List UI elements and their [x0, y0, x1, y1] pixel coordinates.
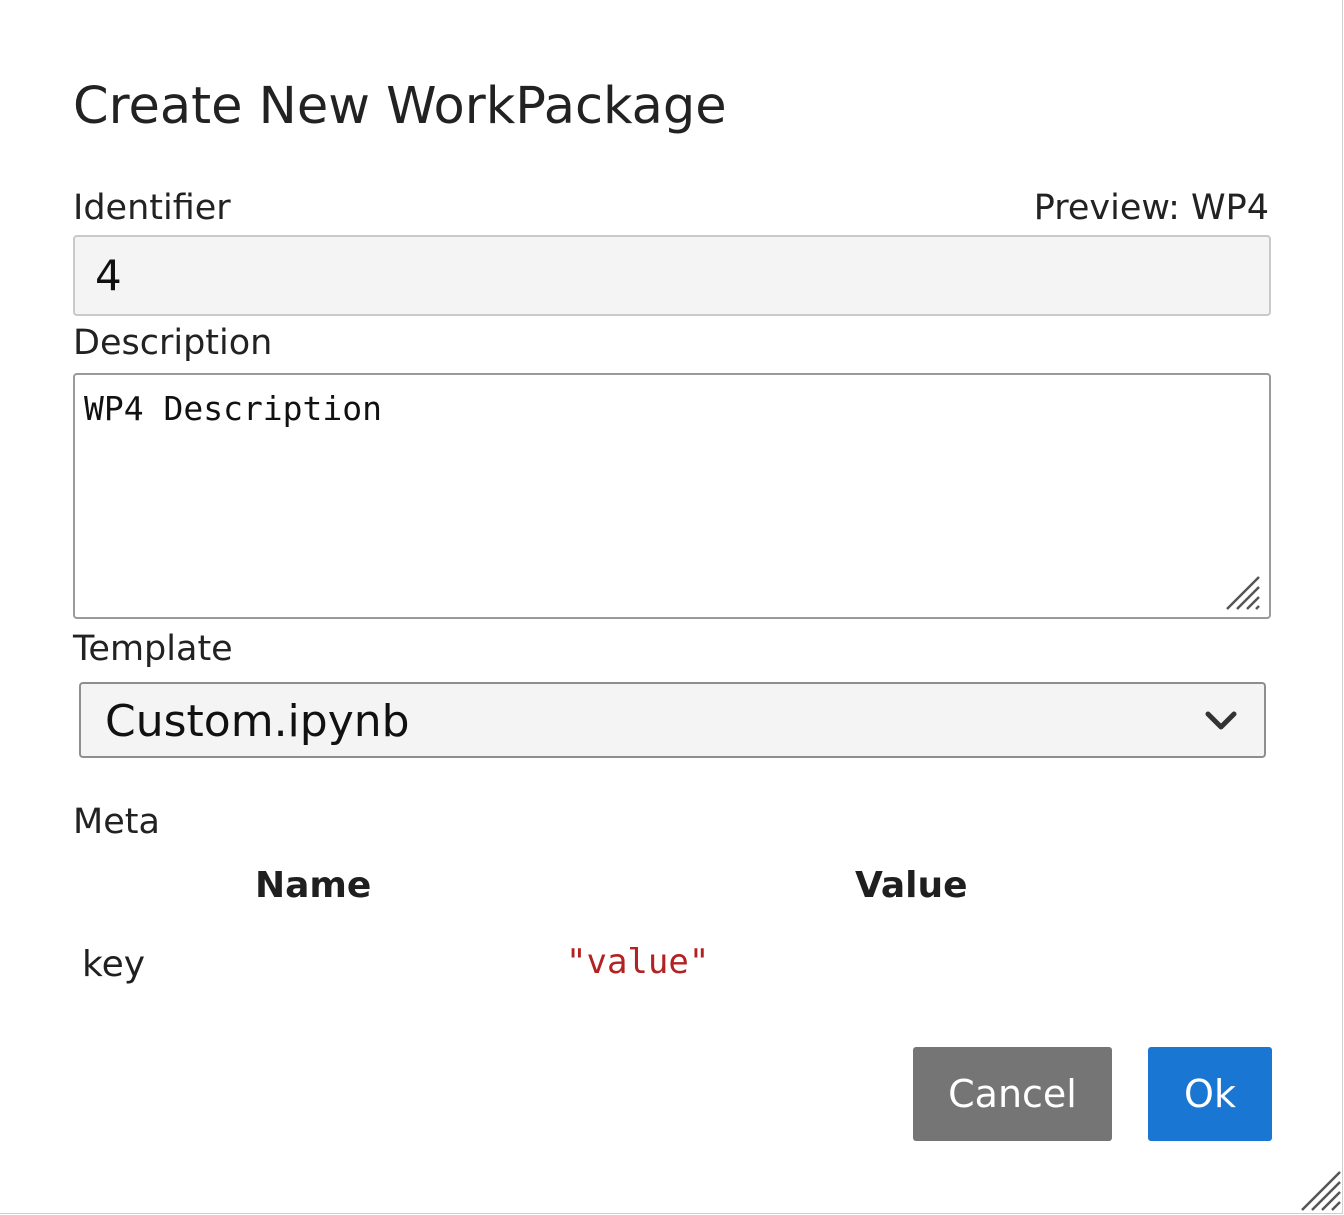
- identifier-input[interactable]: [73, 235, 1271, 316]
- template-label: Template: [73, 629, 233, 669]
- cancel-button[interactable]: Cancel: [913, 1047, 1112, 1141]
- resize-grip-icon[interactable]: [1221, 571, 1265, 615]
- description-label: Description: [73, 323, 273, 363]
- identifier-preview: Preview: WP4: [1033, 188, 1269, 228]
- meta-row-value: "value": [566, 942, 710, 982]
- create-workpackage-dialog: Create New WorkPackage Identifier Previe…: [0, 0, 1343, 1214]
- template-selected-value: Custom.ipynb: [105, 696, 410, 747]
- template-select[interactable]: Custom.ipynb: [79, 682, 1266, 758]
- description-textarea[interactable]: WP4 Description: [73, 373, 1271, 619]
- meta-label: Meta: [73, 802, 160, 842]
- meta-row-key: key: [82, 944, 146, 985]
- meta-header-name: Name: [255, 865, 372, 906]
- ok-button[interactable]: Ok: [1148, 1047, 1272, 1141]
- meta-table: Name Value key "value": [73, 860, 1271, 1000]
- identifier-label: Identifier: [73, 188, 231, 228]
- dialog-resize-grip-icon[interactable]: [1298, 1168, 1342, 1212]
- dialog-title: Create New WorkPackage: [73, 77, 727, 136]
- chevron-down-icon: [1205, 711, 1237, 730]
- meta-header-value: Value: [855, 865, 968, 906]
